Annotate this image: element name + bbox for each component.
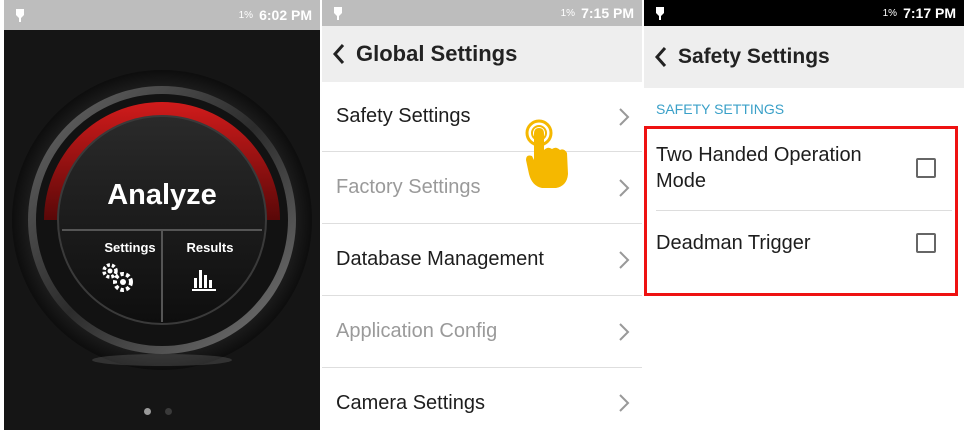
app-bar: Safety Settings [644, 26, 964, 88]
usb-icon [14, 7, 26, 23]
chevron-right-icon [619, 250, 630, 269]
back-arrow-icon[interactable] [644, 29, 678, 85]
menu-item-label: Factory Settings [336, 176, 481, 198]
usb-icon [332, 5, 344, 21]
menu-item-label: Safety Settings [336, 105, 471, 127]
usb-icon [654, 5, 666, 21]
menu-item-label: Camera Settings [336, 391, 485, 414]
results-button-label[interactable]: Results [180, 240, 240, 255]
tap-hand-icon [518, 116, 574, 192]
menu-item-label: Application Config [336, 320, 498, 342]
section-header: SAFETY SETTINGS [656, 101, 785, 117]
safety-settings-panel: 1% 7:17 PM Safety Settings SAFETY SETTIN… [644, 0, 964, 430]
status-bar: 1% 7:17 PM [644, 0, 964, 26]
clock: 6:02 PM [259, 7, 312, 23]
page-dot-active [144, 408, 151, 415]
clock: 7:17 PM [903, 5, 956, 21]
page-indicator [144, 408, 172, 415]
chevron-right-icon [619, 178, 630, 197]
page-dot [165, 408, 172, 415]
status-bar: 1% 6:02 PM [4, 0, 320, 30]
page-title: Global Settings [356, 41, 518, 66]
highlight-box [644, 126, 958, 296]
page-title: Safety Settings [678, 45, 830, 68]
menu-item-database-management[interactable]: Database Management [322, 224, 642, 296]
chevron-right-icon [619, 322, 630, 341]
settings-button-label[interactable]: Settings [100, 240, 160, 255]
battery-percent: 1% [882, 7, 898, 19]
global-settings-panel: 1% 7:15 PM Global Settings Safety Settin… [322, 0, 642, 430]
menu-item-factory-settings[interactable]: Factory Settings [322, 152, 642, 224]
menu-item-label: Database Management [336, 248, 544, 270]
battery-percent: 1% [560, 7, 576, 19]
status-bar: 1% 7:15 PM [322, 0, 642, 26]
clock: 7:15 PM [581, 5, 634, 21]
chevron-right-icon [619, 394, 630, 412]
menu-item-safety-settings[interactable]: Safety Settings [322, 82, 642, 152]
menu-item-camera-settings[interactable]: Camera Settings [322, 368, 642, 430]
app-bar: Global Settings [322, 26, 642, 82]
battery-percent: 1% [238, 9, 254, 21]
analyze-button[interactable]: Analyze [62, 170, 262, 220]
back-arrow-icon[interactable] [322, 26, 356, 82]
menu-item-application-config[interactable]: Application Config [322, 296, 642, 368]
chevron-right-icon [619, 107, 630, 126]
home-screen-panel: 1% 6:02 PM Analyze Settings Results [4, 0, 320, 430]
analyze-dial: Analyze Settings Results [4, 30, 320, 430]
